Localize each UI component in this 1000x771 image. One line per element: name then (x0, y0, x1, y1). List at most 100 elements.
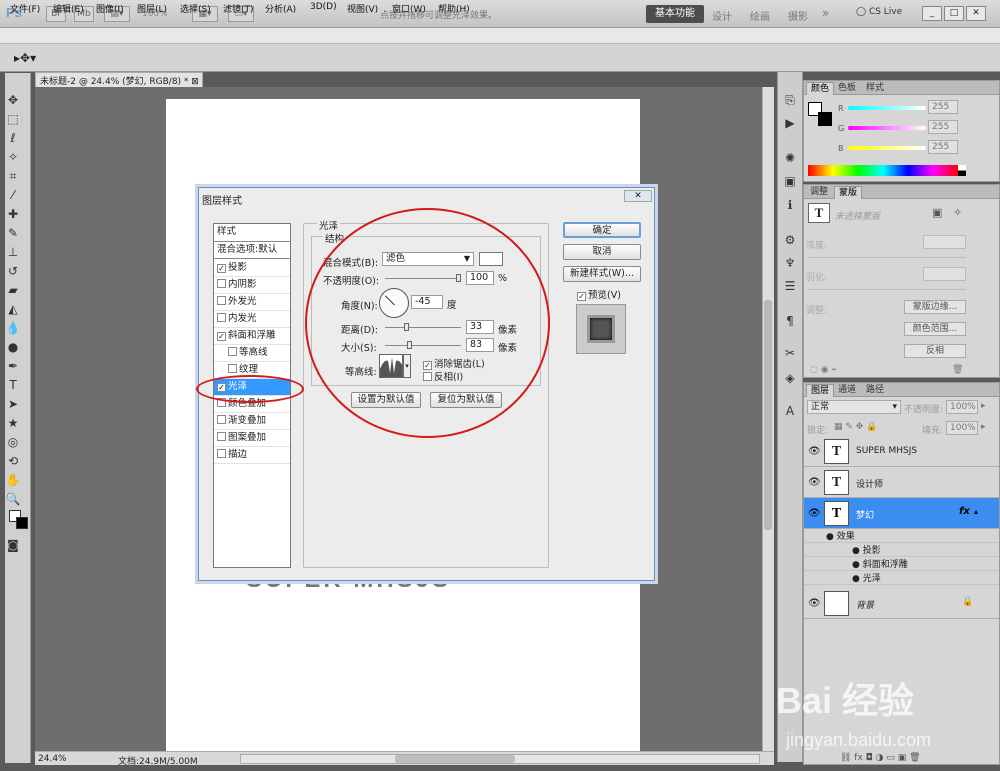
blend-options-item[interactable]: 混合选项:默认 (214, 242, 290, 259)
crop-tool-icon[interactable]: ⌗ (5, 168, 21, 184)
checkbox-icon[interactable] (228, 364, 237, 373)
tab-adjustments[interactable]: 调整 (806, 186, 832, 199)
brush-presets-icon[interactable]: ✺ (781, 150, 799, 166)
lock-icons[interactable]: ▦ ✎ ✥ 🔒 (834, 422, 877, 432)
effects-header-row[interactable]: ● 效果 (804, 529, 999, 543)
shape-tool-icon[interactable]: ★ (5, 415, 21, 431)
menu-file[interactable]: 文件(F) (10, 2, 40, 15)
effect-row[interactable]: ● 投影 (804, 543, 999, 557)
restore-button[interactable]: □ (944, 6, 964, 21)
character-panel-icon[interactable]: A (781, 403, 799, 419)
style-item-inner-shadow[interactable]: 内阴影 (214, 277, 290, 294)
layer-fill-field[interactable]: 100% (946, 421, 978, 435)
vertical-scrollbar-thumb[interactable] (764, 300, 772, 530)
eye-icon[interactable]: 👁 (808, 477, 821, 488)
zoom-readout[interactable]: 24.4% (38, 754, 67, 764)
paragraph-panel-icon[interactable]: ¶ (781, 313, 799, 329)
menu-layer[interactable]: 图层(L) (137, 2, 167, 15)
checkbox-icon[interactable] (228, 347, 237, 356)
density-slider[interactable] (808, 257, 966, 258)
checkbox-icon[interactable] (217, 313, 226, 322)
effects-eye-icon[interactable]: ● (826, 532, 837, 542)
tool-presets-icon[interactable]: ⚙ (781, 232, 799, 248)
close-app-button[interactable]: ✕ (966, 6, 986, 21)
style-item-outer-glow[interactable]: 外发光 (214, 294, 290, 311)
path-select-tool-icon[interactable]: ➤ (5, 396, 21, 412)
black-white-ramp[interactable] (958, 165, 966, 176)
color-range-button[interactable]: 颜色范围... (904, 322, 966, 336)
style-item-gradient-overlay[interactable]: 渐变叠加 (214, 413, 290, 430)
checkbox-icon[interactable]: ✓ (217, 264, 226, 273)
horizontal-scrollbar-thumb[interactable] (395, 755, 515, 763)
minimize-button[interactable]: _ (922, 6, 942, 21)
menu-image[interactable]: 图像(I) (96, 2, 124, 15)
collapse-effects-icon[interactable]: ▴ (974, 507, 978, 516)
opacity-arrow-icon[interactable]: ▸ (981, 401, 986, 411)
healing-brush-tool-icon[interactable]: ✚ (5, 206, 21, 222)
feather-slider[interactable] (808, 289, 966, 290)
effect-eye-icon[interactable]: ● (852, 546, 863, 556)
channel-r-slider[interactable] (848, 106, 926, 110)
actions-panel-icon[interactable]: ▶ (781, 115, 799, 131)
workspace-design[interactable]: 设计 (712, 8, 732, 23)
tab-layers[interactable]: 图层 (806, 384, 835, 397)
preview-checkbox[interactable]: ✓ 预览(V) (577, 287, 621, 301)
styles-header[interactable]: 样式 (214, 224, 290, 242)
effect-eye-icon[interactable]: ● (852, 560, 863, 570)
ok-button[interactable]: 确定 (563, 222, 641, 238)
workspace-painting[interactable]: 绘画 (750, 8, 770, 23)
pixel-mask-icon[interactable]: ▣ (932, 206, 942, 219)
document-tab[interactable]: 未标题-2 @ 24.4% (梦幻, RGB/8) * ⊠ (35, 72, 203, 87)
tab-styles[interactable]: 样式 (862, 82, 888, 95)
3d-panel-icon[interactable]: ♆ (781, 255, 799, 271)
color-spectrum-ramp[interactable] (808, 165, 958, 176)
menu-filter[interactable]: 滤镜(T) (223, 2, 254, 15)
3d-camera-tool-icon[interactable]: ⟲ (5, 453, 21, 469)
blend-mode-select[interactable]: 正常 ▾ (807, 400, 901, 414)
quick-select-tool-icon[interactable]: ✧ (5, 149, 21, 165)
eye-icon[interactable]: 👁 (808, 446, 821, 457)
brush-tool-icon[interactable]: ✎ (5, 225, 21, 241)
close-tab-icon[interactable]: ⊠ (191, 77, 199, 87)
move-tool-preset-icon[interactable]: ▸✥▾ (14, 51, 36, 65)
layers-footer-icons[interactable]: ⛓ fx ◘ ◑ ▭ ▣ 🗑 (840, 753, 921, 763)
density-field[interactable] (923, 235, 966, 249)
fill-arrow-icon[interactable]: ▸ (981, 422, 986, 432)
workspace-photography[interactable]: 摄影 (788, 8, 808, 23)
style-item-pattern-overlay[interactable]: 图案叠加 (214, 430, 290, 447)
menu-view[interactable]: 视图(V) (347, 2, 378, 15)
invert-mask-button[interactable]: 反相 (904, 344, 966, 358)
checkbox-icon[interactable] (217, 449, 226, 458)
menu-select[interactable]: 选择(S) (180, 2, 211, 15)
history-panel-icon[interactable]: ⎘ (781, 92, 799, 108)
new-style-button[interactable]: 新建样式(W)... (563, 266, 641, 282)
dialog-close-button[interactable]: ✕ (624, 190, 652, 202)
eyedropper-tool-icon[interactable]: ⁄ (5, 187, 21, 203)
style-item-inner-glow[interactable]: 内发光 (214, 311, 290, 328)
tab-channels[interactable]: 通道 (834, 384, 860, 397)
more-workspaces-button[interactable]: » (822, 6, 829, 20)
quick-mask-icon[interactable]: ◙ (5, 537, 21, 553)
workspace-essentials[interactable]: 基本功能 (646, 5, 704, 23)
dodge-tool-icon[interactable]: ● (5, 339, 21, 355)
channel-g-value[interactable]: 255 (928, 120, 958, 134)
blur-tool-icon[interactable]: 💧 (5, 320, 21, 336)
cs-live-button[interactable]: ◯ CS Live (856, 7, 902, 17)
effect-row[interactable]: ● 斜面和浮雕 (804, 557, 999, 571)
tab-paths[interactable]: 路径 (862, 384, 888, 397)
checkbox-icon[interactable] (217, 415, 226, 424)
eye-icon[interactable]: 👁 (808, 598, 821, 609)
feather-field[interactable] (923, 267, 966, 281)
tab-color[interactable]: 颜色 (806, 82, 835, 95)
checkbox-icon[interactable] (217, 296, 226, 305)
channel-g-slider[interactable] (848, 126, 926, 130)
channel-b-value[interactable]: 255 (928, 140, 958, 154)
checkbox-icon[interactable] (217, 279, 226, 288)
style-item-stroke[interactable]: 描边 (214, 447, 290, 464)
type-tool-icon[interactable]: T (5, 377, 21, 393)
checkbox-icon[interactable]: ✓ (217, 332, 226, 341)
style-item-bevel-emboss[interactable]: ✓ 斜面和浮雕 (214, 328, 290, 345)
menu-analysis[interactable]: 分析(A) (265, 2, 296, 15)
stamp-tool-icon[interactable]: ⊥ (5, 244, 21, 260)
layer-row-selected[interactable]: 👁 T 梦幻 fx ▴ (804, 498, 999, 529)
